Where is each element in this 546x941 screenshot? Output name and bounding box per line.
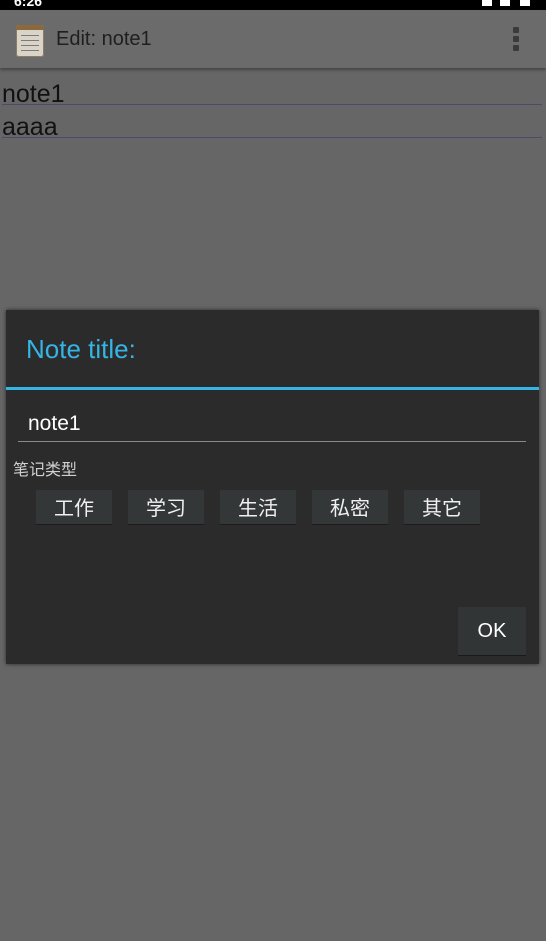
note-line-1[interactable]: note1 — [2, 72, 542, 108]
category-button-work[interactable]: 工作 — [36, 490, 112, 524]
wifi-icon — [482, 0, 492, 6]
signal-icon — [500, 0, 510, 6]
category-label: 笔记类型 — [13, 460, 78, 479]
status-bar: 6:26 — [0, 0, 546, 10]
dialog-title: Note title: — [26, 334, 136, 364]
note-line-2[interactable]: aaaa — [2, 105, 542, 141]
category-button-study[interactable]: 学习 — [128, 490, 204, 524]
note-title-input[interactable] — [18, 406, 526, 442]
category-button-life[interactable]: 生活 — [220, 490, 296, 524]
overflow-menu-icon[interactable] — [512, 27, 520, 53]
notepad-icon[interactable] — [16, 25, 44, 57]
category-button-other[interactable]: 其它 — [404, 490, 480, 524]
battery-icon — [520, 0, 530, 6]
dialog-title-divider — [6, 387, 539, 390]
action-bar-title: Edit: note1 — [56, 28, 152, 50]
ok-button[interactable]: OK — [458, 607, 526, 655]
status-clock: 6:26 — [14, 0, 43, 9]
action-bar: Edit: note1 — [0, 10, 546, 68]
note-editor[interactable]: note1 aaaa — [0, 72, 546, 141]
category-button-private[interactable]: 私密 — [312, 490, 388, 524]
note-title-dialog: Note title: 笔记类型 工作 学习 生活 私密 其它 OK — [6, 310, 539, 664]
